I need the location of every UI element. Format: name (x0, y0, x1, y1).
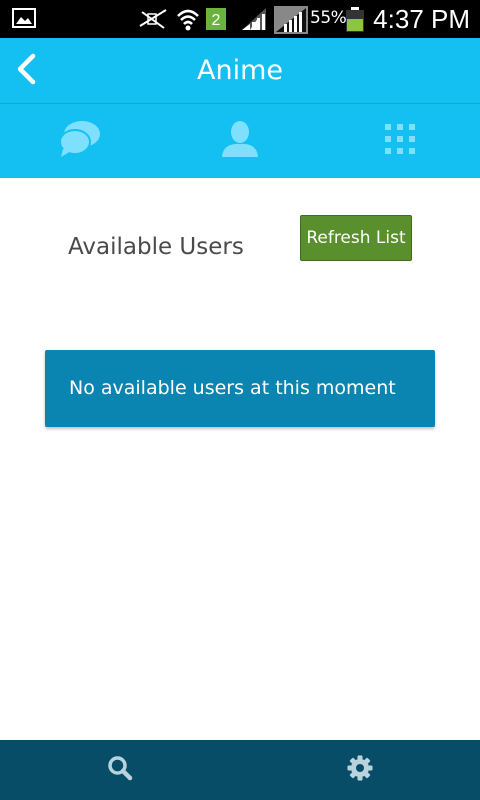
status-bar: 2 55% 4:37 PM (0, 0, 480, 38)
search-icon (107, 755, 133, 785)
settings-button[interactable] (240, 740, 480, 800)
user-icon (220, 119, 260, 163)
search-button[interactable] (0, 740, 240, 800)
signal-icon (242, 8, 266, 30)
battery-icon (345, 7, 365, 37)
tab-users[interactable] (160, 104, 320, 178)
bottom-bar (0, 740, 480, 800)
app-bar: Anime (0, 38, 480, 104)
no-signal-icon (139, 9, 167, 29)
empty-users-message: No available users at this moment (45, 350, 435, 427)
chat-bubbles-icon (58, 119, 102, 163)
tab-chats[interactable] (0, 104, 160, 178)
status-icons: 2 (138, 4, 308, 34)
gallery-notification-icon (12, 8, 36, 32)
screen: 2 55% 4:37 PM Anime Available Users Refr… (0, 0, 480, 800)
notification-badge: 2 (212, 12, 221, 29)
content-area: Available Users Refresh List No availabl… (0, 178, 480, 740)
available-users-label: Available Users (68, 234, 244, 260)
wifi-icon (177, 9, 199, 31)
page-title: Anime (197, 55, 283, 86)
grid-icon (384, 123, 416, 159)
battery-percent: 55% (310, 8, 347, 28)
clock: 4:37 PM (373, 4, 470, 34)
refresh-list-button[interactable]: Refresh List (300, 215, 412, 261)
tab-grid[interactable] (320, 104, 480, 178)
settings-icon (347, 755, 373, 785)
signal-icon-2 (274, 6, 308, 34)
tab-bar (0, 104, 480, 178)
